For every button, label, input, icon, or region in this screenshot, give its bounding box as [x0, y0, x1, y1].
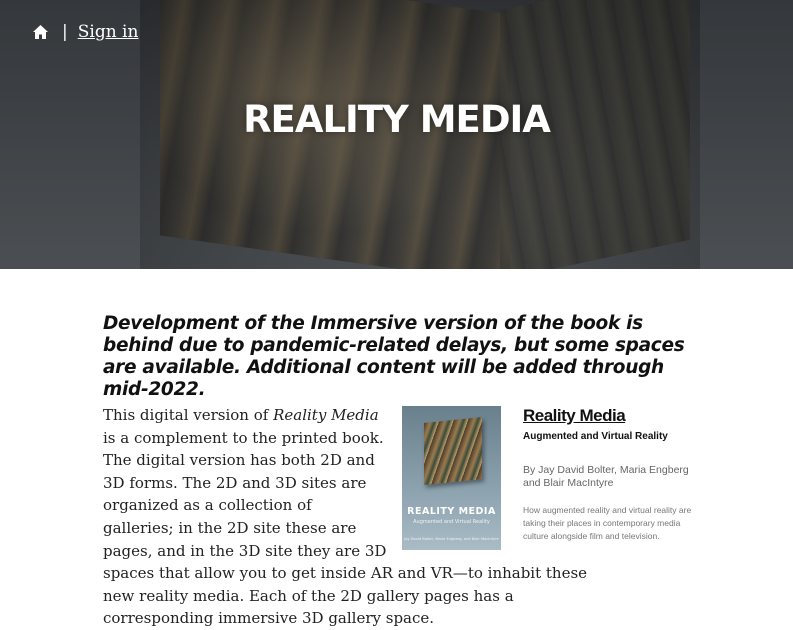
- cover-cube-art: [424, 416, 482, 486]
- home-icon[interactable]: [32, 24, 49, 40]
- main-content: Development of the Immersive version of …: [103, 313, 693, 627]
- book-description: How augmented reality and virtual realit…: [523, 505, 692, 541]
- hero-banner: | Sign in REALITY MEDIA: [0, 0, 793, 269]
- top-nav: | Sign in: [32, 22, 138, 42]
- book-info: Reality Media Augmented and Virtual Real…: [523, 406, 703, 543]
- book-title-italic: Reality Media: [273, 406, 379, 424]
- book-card: REALITY MEDIA Augmented and Virtual Real…: [402, 406, 702, 556]
- cover-title: REALITY MEDIA: [407, 506, 496, 517]
- delay-notice: Development of the Immersive version of …: [103, 313, 685, 400]
- page-title: REALITY MEDIA: [243, 98, 551, 141]
- book-title-link[interactable]: Reality Media: [523, 406, 703, 426]
- book-cover-image[interactable]: REALITY MEDIA Augmented and Virtual Real…: [402, 406, 501, 550]
- book-subtitle: Augmented and Virtual Reality: [523, 431, 668, 442]
- nav-separator: |: [62, 22, 68, 42]
- sign-in-link[interactable]: Sign in: [78, 22, 139, 42]
- cover-authors: Jay David Bolter, Maria Engberg, and Bla…: [404, 537, 499, 541]
- book-authors: By Jay David Bolter, Maria Engberg and B…: [523, 464, 689, 489]
- cover-subtitle: Augmented and Virtual Reality: [413, 519, 490, 525]
